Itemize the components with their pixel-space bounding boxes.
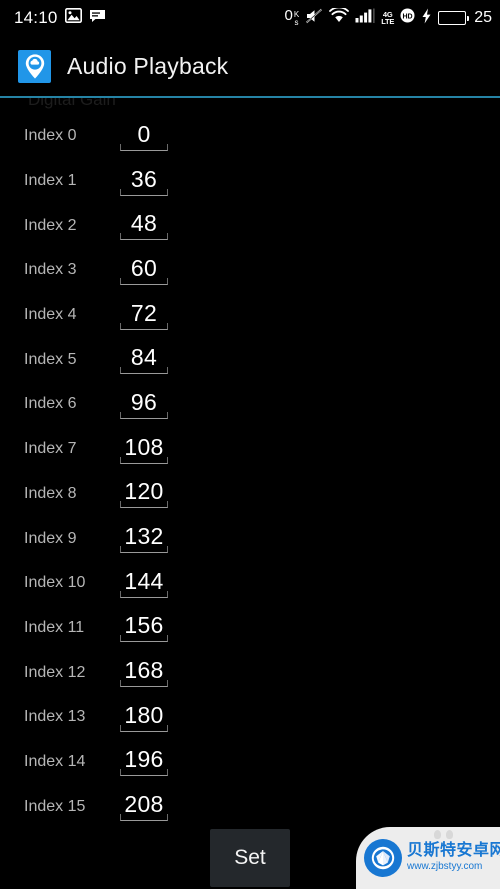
hd-call-icon: HD bbox=[400, 8, 415, 28]
message-icon bbox=[89, 9, 106, 28]
index-row-label: Index 7 bbox=[24, 440, 77, 458]
cloud-pin-app-icon bbox=[18, 49, 51, 83]
watermark-url: www.zjbstyy.com bbox=[407, 861, 483, 873]
index-row-label: Index 14 bbox=[24, 752, 86, 770]
gain-value-input[interactable]: 144 bbox=[120, 568, 168, 598]
gain-value-input[interactable]: 72 bbox=[120, 300, 168, 330]
gain-value-input[interactable]: 0 bbox=[120, 121, 168, 151]
index-row-label: Index 8 bbox=[24, 484, 77, 502]
index-row-label: Index 12 bbox=[24, 663, 86, 681]
gain-value-input[interactable]: 36 bbox=[120, 166, 168, 196]
input-underline bbox=[120, 233, 168, 241]
input-underline bbox=[120, 769, 168, 777]
index-row-label: Index 15 bbox=[24, 797, 86, 815]
input-underline bbox=[120, 367, 168, 375]
gain-value-input[interactable]: 180 bbox=[120, 702, 168, 732]
gain-value-input[interactable]: 120 bbox=[120, 479, 168, 509]
input-underline bbox=[120, 680, 168, 688]
signal-bars-icon bbox=[355, 8, 375, 28]
table-row: Index 13 180 bbox=[0, 695, 500, 740]
table-row: Index 7 108 bbox=[0, 427, 500, 472]
image-icon bbox=[64, 8, 82, 28]
input-underline bbox=[120, 814, 168, 822]
input-underline bbox=[120, 143, 168, 151]
svg-text:HD: HD bbox=[403, 13, 413, 20]
gain-value-input[interactable]: 84 bbox=[120, 345, 168, 375]
table-row: Index 9 132 bbox=[0, 516, 500, 561]
set-button[interactable]: Set bbox=[210, 829, 290, 887]
table-row: Index 2 48 bbox=[0, 203, 500, 248]
battery-percent-label: 25 bbox=[474, 9, 492, 26]
input-underline bbox=[120, 322, 168, 330]
table-row: Index 11 156 bbox=[0, 606, 500, 651]
index-row-label: Index 10 bbox=[24, 574, 86, 592]
table-row: Index 15 208 bbox=[0, 784, 500, 828]
data-rate-unit: K s bbox=[294, 10, 299, 27]
status-bar-right: 0 K s 4G LTE HD 25 bbox=[285, 7, 493, 30]
table-row: Index 12 168 bbox=[0, 650, 500, 695]
mute-icon bbox=[305, 8, 323, 29]
gain-value-input[interactable]: 156 bbox=[120, 613, 168, 643]
action-bar: Audio Playback bbox=[0, 36, 500, 96]
input-underline bbox=[120, 635, 168, 643]
input-underline bbox=[120, 456, 168, 464]
index-rows-container: Index 0 0 Index 1 36 Index 2 48 Index 3 60 Index… bbox=[0, 114, 500, 828]
table-row: Index 3 60 bbox=[0, 248, 500, 293]
table-row: Index 10 144 bbox=[0, 561, 500, 606]
input-underline bbox=[120, 188, 168, 196]
index-row-label: Index 2 bbox=[24, 216, 77, 234]
section-title-digital-gain: Digital Gain bbox=[28, 98, 116, 109]
gain-value-input[interactable]: 168 bbox=[120, 658, 168, 688]
gain-value-input[interactable]: 208 bbox=[120, 792, 168, 822]
page-title: Audio Playback bbox=[67, 52, 229, 79]
watermark-site-name: 贝斯特安卓网 bbox=[407, 842, 500, 860]
table-row: Index 0 0 bbox=[0, 114, 500, 159]
4g-lte-icon: 4G LTE bbox=[381, 10, 395, 26]
data-rate-unit-bottom: s bbox=[294, 17, 299, 27]
watermark-shell-logo-icon bbox=[364, 839, 402, 877]
gain-value-input[interactable]: 132 bbox=[120, 524, 168, 554]
gain-value-input[interactable]: 60 bbox=[120, 255, 168, 285]
gain-value-input[interactable]: 96 bbox=[120, 389, 168, 419]
network-label-bottom: LTE bbox=[381, 17, 395, 26]
table-row: Index 1 36 bbox=[0, 159, 500, 204]
input-underline bbox=[120, 546, 168, 554]
table-row: Index 14 196 bbox=[0, 740, 500, 785]
charging-bolt-icon bbox=[421, 8, 432, 29]
gain-value-input[interactable]: 196 bbox=[120, 747, 168, 777]
index-row-label: Index 1 bbox=[24, 172, 77, 190]
input-underline bbox=[120, 411, 168, 419]
index-row-label: Index 3 bbox=[24, 261, 77, 279]
data-rate-value: 0 bbox=[284, 6, 293, 24]
data-rate-indicator: 0 K s bbox=[285, 7, 300, 30]
watermark-dots-decoration bbox=[434, 830, 453, 839]
index-row-label: Index 9 bbox=[24, 529, 77, 547]
status-bar: 14:10 0 K s 4G LTE HD 25 bbox=[0, 0, 500, 36]
input-underline bbox=[120, 501, 168, 509]
status-bar-left: 14:10 bbox=[14, 8, 106, 28]
scrollable-settings-list[interactable]: Digital Gain Index 0 0 Index 1 36 Index 2 48 I… bbox=[0, 98, 500, 828]
status-bar-clock: 14:10 bbox=[14, 8, 58, 27]
gain-value-input[interactable]: 108 bbox=[120, 434, 168, 464]
index-row-label: Index 4 bbox=[24, 306, 77, 324]
table-row: Index 4 72 bbox=[0, 293, 500, 338]
index-row-label: Index 0 bbox=[24, 127, 77, 145]
table-row: Index 8 120 bbox=[0, 472, 500, 517]
index-row-label: Index 13 bbox=[24, 708, 86, 726]
table-row: Index 6 96 bbox=[0, 382, 500, 427]
gain-value-input[interactable]: 48 bbox=[120, 211, 168, 241]
watermark-text: 贝斯特安卓网 www.zjbstyy.com bbox=[407, 843, 500, 872]
index-row-label: Index 5 bbox=[24, 350, 77, 368]
input-underline bbox=[120, 277, 168, 285]
site-watermark: 贝斯特安卓网 www.zjbstyy.com bbox=[356, 827, 500, 889]
input-underline bbox=[120, 724, 168, 732]
wifi-icon bbox=[329, 6, 350, 28]
battery-icon bbox=[438, 11, 470, 25]
table-row: Index 5 84 bbox=[0, 337, 500, 382]
input-underline bbox=[120, 590, 168, 598]
index-row-label: Index 11 bbox=[24, 618, 85, 636]
index-row-label: Index 6 bbox=[24, 395, 77, 413]
